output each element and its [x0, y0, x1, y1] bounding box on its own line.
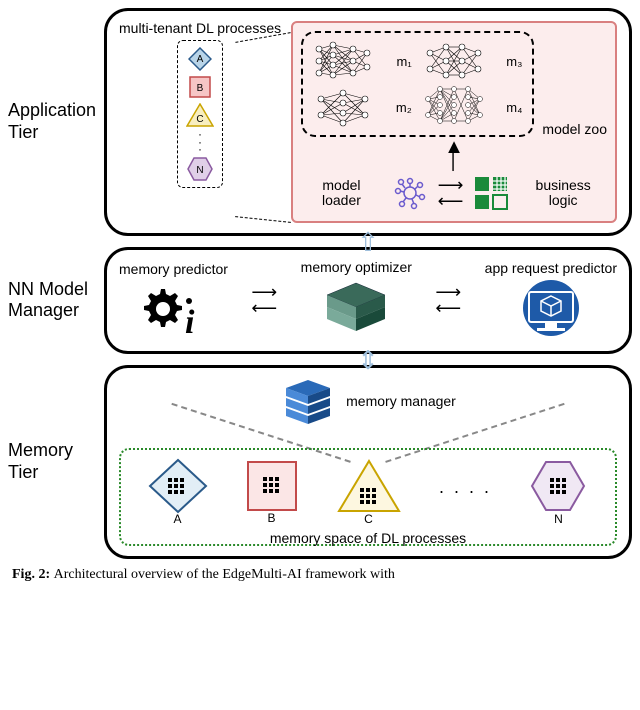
model-zoo-box: m₁ — [301, 31, 534, 137]
application-tier-box: multi-tenant DL processes A B C ··· N — [104, 8, 632, 236]
tenants-label: multi-tenant DL processes — [119, 21, 281, 36]
tenants-column: multi-tenant DL processes A B C ··· N — [119, 21, 281, 223]
memory-tier-row: Memory Tier memory manager — [8, 365, 632, 559]
model-loader-label: model loader — [301, 178, 382, 209]
tenant-c-shape: C — [186, 103, 214, 127]
tenant-b-shape: B — [188, 75, 212, 99]
neural-net-icon — [313, 87, 394, 127]
connector-nn-mem: ⇕ — [104, 350, 632, 371]
brain-chip-icon — [390, 173, 430, 213]
diamond-mem-icon — [148, 458, 208, 514]
mem-n-label: N — [554, 512, 563, 526]
gear-info-icon: i — [141, 281, 205, 339]
figure-caption: Fig. 2: Architectural overview of the Ed… — [8, 567, 632, 583]
memory-space-caption: memory space of DL processes — [270, 530, 466, 546]
architecture-diagram: Application Tier multi-tenant DL process… — [8, 8, 632, 559]
memory-space-box: A B C · · · · — [119, 448, 617, 546]
memory-tier-box: memory manager A — [104, 365, 632, 559]
model-m3: m₃ — [424, 39, 523, 83]
memory-optimizer-label: memory optimizer — [301, 260, 412, 275]
business-logic-label: business logic — [519, 178, 607, 209]
process-b-detail: m₁ — [291, 21, 617, 223]
predictor-optimizer-arrows: ⟶⟵ — [251, 285, 277, 316]
model-m4: m₄ — [424, 85, 523, 129]
tenant-a-shape: A — [188, 47, 212, 71]
model-zoo-label: model zoo — [542, 122, 607, 137]
model-m2-label: m₂ — [396, 100, 412, 115]
mem-a-label: A — [173, 512, 181, 526]
server-stack-icon — [317, 279, 395, 341]
loader-row: model loader ⟶⟵ — [301, 173, 607, 213]
app-request-predictor-label: app request predictor — [485, 261, 617, 276]
tenants-ellipsis: ··· — [198, 131, 202, 153]
neural-net-icon — [424, 85, 505, 129]
model-m2: m₂ — [313, 85, 412, 129]
neural-net-icon — [313, 39, 394, 83]
loader-biz-arrows: ⟶⟵ — [438, 178, 464, 209]
mem-process-a: A — [148, 458, 208, 526]
mem-b-label: B — [267, 511, 275, 525]
svg-text:C: C — [196, 114, 203, 125]
mem-c-label: C — [364, 512, 373, 526]
memory-predictor: memory predictor i — [119, 262, 228, 339]
model-m3-label: m₃ — [506, 54, 522, 69]
business-blocks-icon — [471, 173, 511, 213]
memory-manager-label: memory manager — [346, 394, 456, 409]
svg-text:B: B — [197, 83, 204, 94]
triangle-mem-icon — [336, 458, 402, 514]
hexagon-mem-icon — [528, 458, 588, 514]
mem-process-n: N — [528, 458, 588, 526]
memory-optimizer: memory optimizer — [301, 260, 412, 341]
mem-ellipsis: · · · · — [439, 481, 492, 502]
tenants-box: A B C ··· N — [177, 40, 223, 188]
svg-text:i: i — [185, 304, 195, 339]
model-m1-label: m₁ — [397, 54, 412, 69]
nn-tier-box: memory predictor i ⟶⟵ memory optimizer — [104, 247, 632, 354]
tenant-n-shape: N — [187, 157, 213, 181]
model-m4-label: m₄ — [506, 100, 522, 115]
nn-tier-label: NN Model Manager — [8, 279, 104, 322]
nn-tier-row: NN Model Manager memory predictor i ⟶⟵ — [8, 247, 632, 354]
app-request-predictor: app request predictor — [485, 261, 617, 340]
monitor-cube-icon — [515, 280, 587, 340]
application-tier-label: Application Tier — [8, 100, 104, 143]
svg-text:A: A — [197, 54, 204, 65]
svg-text:N: N — [196, 165, 203, 176]
memory-predictor-label: memory predictor — [119, 262, 228, 277]
mem-process-b: B — [245, 459, 299, 525]
application-tier-row: Application Tier multi-tenant DL process… — [8, 8, 632, 236]
db-stack-icon — [280, 378, 336, 426]
neural-net-icon — [424, 39, 505, 83]
mem-process-c: C — [336, 458, 402, 526]
model-m1: m₁ — [313, 39, 412, 83]
memory-manager: memory manager — [280, 378, 456, 426]
memory-tier-label: Memory Tier — [8, 440, 104, 483]
memory-manager-fanout — [144, 430, 592, 444]
connector-app-nn: ⇧ — [104, 232, 632, 253]
optimizer-apppred-arrows: ⟶⟵ — [435, 285, 461, 316]
square-mem-icon — [245, 459, 299, 513]
arrow-zoo-to-loader: ▲│ — [301, 141, 607, 165]
